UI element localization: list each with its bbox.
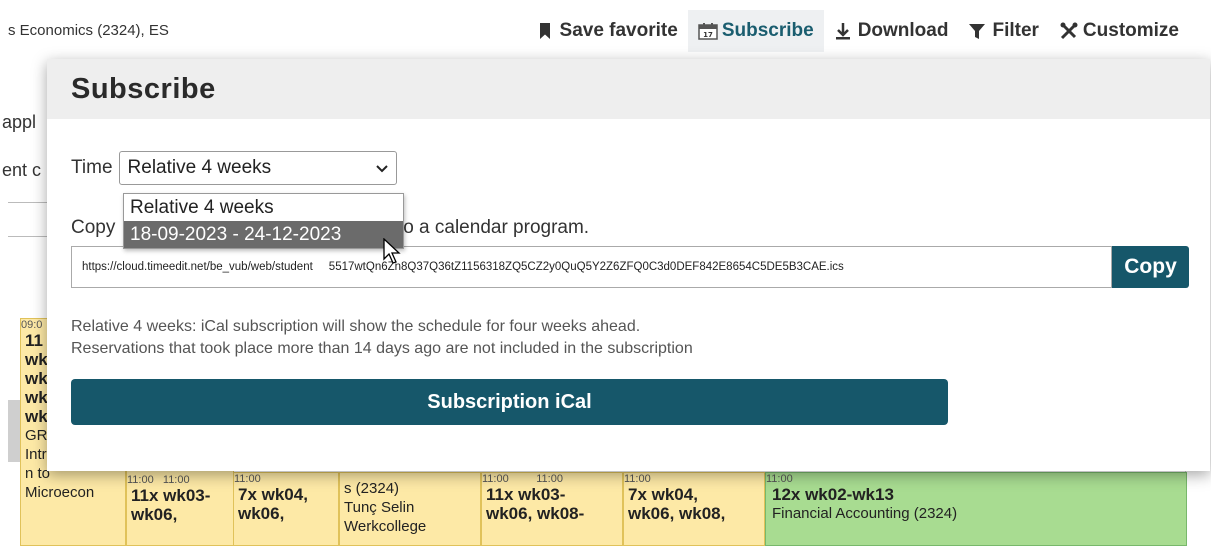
customize-button[interactable]: Customize — [1049, 10, 1189, 52]
breadcrumb: s Economics (2324), ES — [8, 22, 169, 39]
subscribe-button[interactable]: 17 Subscribe — [687, 10, 824, 52]
time-select-value: Relative 4 weeks — [127, 157, 272, 178]
customize-label: Customize — [1082, 20, 1179, 41]
time-row: Time Relative 4 weeks — [71, 151, 397, 185]
download-button[interactable]: Download — [824, 10, 959, 52]
copy-button[interactable]: Copy — [1112, 246, 1189, 288]
subscription-description: Relative 4 weeks: iCal subscription will… — [71, 318, 693, 357]
svg-text:17: 17 — [703, 31, 713, 39]
save-favorite-label: Save favorite — [559, 20, 678, 41]
url-row: https://cloud.timeedit.net/be_vub/web/st… — [71, 246, 1189, 288]
schedule-event[interactable]: s (2324) Tunç Selin Werkcollege — [339, 472, 481, 546]
filter-button[interactable]: Filter — [958, 10, 1048, 52]
dialog-title: Subscribe — [71, 72, 216, 105]
background-text-fragment: ent c — [2, 160, 42, 180]
subscribe-dialog: Subscribe Time Relative 4 weeks Copy nto … — [47, 59, 1210, 471]
subscribe-label: Subscribe — [721, 20, 814, 41]
schedule-event[interactable]: 11:00 7x wk04, wk06, wk08, — [623, 472, 765, 546]
time-select-dropdown: Relative 4 weeks 18-09-2023 - 24-12-2023 — [123, 193, 404, 249]
filter-label: Filter — [992, 20, 1039, 41]
schedule-event[interactable]: 11:00 11:00 11x wk03- wk06, wk08- — [481, 472, 623, 546]
top-bar: s Economics (2324), ES Save favorite 17 … — [0, 0, 1211, 64]
download-label: Download — [857, 20, 949, 41]
divider — [8, 236, 48, 237]
subscription-url-field[interactable]: https://cloud.timeedit.net/be_vub/web/st… — [71, 246, 1112, 288]
schedule-event[interactable]: 11:00 7x wk04, wk06, — [233, 472, 339, 546]
time-label: Time — [71, 157, 113, 178]
calendar-icon: 17 — [698, 22, 718, 40]
schedule-event[interactable]: GRP 1 11:00 11:00 11x wk03- wk06, — [126, 460, 234, 546]
divider — [8, 202, 48, 203]
save-favorite-button[interactable]: Save favorite — [526, 10, 688, 52]
time-option[interactable]: Relative 4 weeks — [124, 194, 403, 221]
time-option-highlighted[interactable]: 18-09-2023 - 24-12-2023 — [124, 221, 403, 248]
time-select[interactable]: Relative 4 weeks — [118, 151, 397, 185]
dialog-header: Subscribe — [47, 59, 1210, 119]
tools-icon — [1059, 22, 1078, 40]
download-icon — [834, 22, 852, 40]
toolbar: Save favorite 17 Subscribe Download Filt… — [526, 10, 1189, 52]
schedule-event[interactable]: 11:00 12x wk02-wk13 Financial Accounting… — [765, 472, 1187, 546]
filter-icon — [968, 22, 986, 40]
chevron-down-icon — [375, 160, 388, 176]
bookmark-icon — [536, 22, 554, 40]
mouse-cursor-icon — [383, 237, 403, 266]
subscription-ical-button[interactable]: Subscription iCal — [71, 379, 948, 425]
background-text-fragment: appl — [2, 112, 37, 132]
